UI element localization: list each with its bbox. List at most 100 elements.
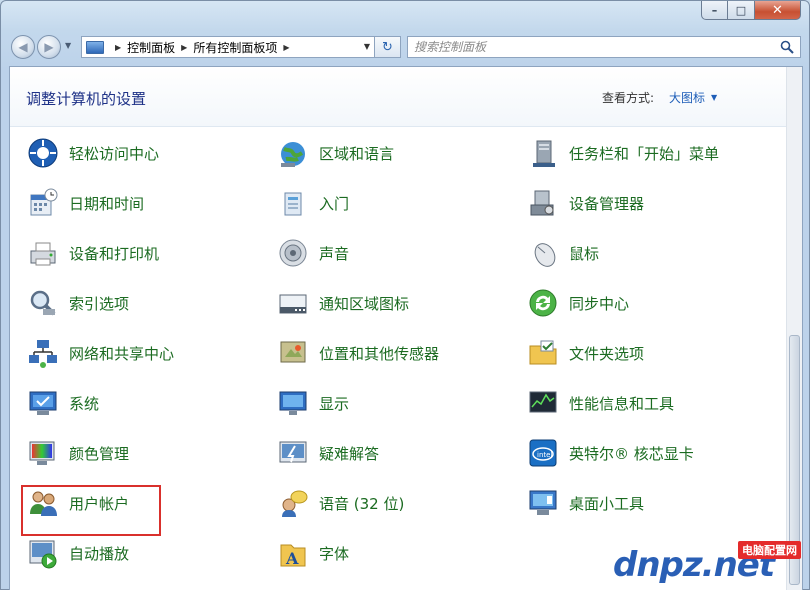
control-panel-item-label[interactable]: 文件夹选项	[569, 343, 644, 364]
control-panel-item-label[interactable]: 网络和共享中心	[69, 343, 174, 364]
control-panel-item-label[interactable]: 索引选项	[69, 293, 129, 314]
control-panel-item-label[interactable]: 疑难解答	[319, 443, 379, 464]
control-panel-item-label[interactable]: 声音	[319, 243, 349, 264]
control-panel-item[interactable]: 网络和共享中心	[25, 333, 174, 373]
close-button[interactable]: ✕	[755, 1, 801, 20]
control-panel-item-label[interactable]: 语音 (32 位)	[319, 493, 404, 514]
control-panel-item[interactable]: 桌面小工具	[525, 483, 644, 523]
control-panel-item-label[interactable]: 桌面小工具	[569, 493, 644, 514]
control-panel-item[interactable]: intel 英特尔® 核芯显卡	[525, 433, 694, 473]
search-icon[interactable]	[780, 40, 794, 57]
control-panel-item-label[interactable]: 设备管理器	[569, 193, 644, 214]
content-header: 调整计算机的设置 查看方式: 大图标 ▼	[10, 67, 802, 127]
control-panel-item[interactable]: 颜色管理	[25, 433, 129, 473]
control-panel-item[interactable]: 轻松访问中心	[25, 133, 159, 173]
network-icon	[25, 335, 61, 371]
control-panel-item[interactable]: 位置和其他传感器	[275, 333, 439, 373]
control-panel-item-label[interactable]: 颜色管理	[69, 443, 129, 464]
recent-pages-button[interactable]: ▼	[65, 41, 71, 50]
address-bar[interactable]: ▶ 控制面板 ▶ 所有控制面板项 ▶ ▼	[81, 36, 375, 58]
ease-of-access-icon	[25, 135, 61, 171]
view-by-label: 查看方式:	[602, 91, 655, 105]
control-panel-item-label[interactable]: 入门	[319, 193, 349, 214]
control-panel-item[interactable]: 性能信息和工具	[525, 383, 674, 423]
control-panel-item-label[interactable]: 鼠标	[569, 243, 599, 264]
control-panel-item-label[interactable]: 系统	[69, 393, 99, 414]
taskbar-icon	[525, 135, 561, 171]
arrow-right-icon: ▶	[44, 40, 54, 54]
control-panel-item[interactable]: 声音	[275, 233, 349, 273]
control-panel-item-label[interactable]: 位置和其他传感器	[319, 343, 439, 364]
vertical-scrollbar[interactable]	[786, 67, 802, 590]
sound-icon	[275, 235, 311, 271]
mouse-icon	[525, 235, 561, 271]
control-panel-item-label[interactable]: 日期和时间	[69, 193, 144, 214]
control-panel-item-label[interactable]: 通知区域图标	[319, 293, 409, 314]
control-panel-item[interactable]: 通知区域图标	[275, 283, 409, 323]
display-icon	[275, 385, 311, 421]
date-time-icon	[25, 185, 61, 221]
color-management-icon	[25, 435, 61, 471]
control-panel-icon	[86, 40, 104, 54]
arrow-left-icon: ◀	[18, 40, 28, 54]
control-panel-item-label[interactable]: 区域和语言	[319, 143, 394, 164]
control-panel-item[interactable]: 设备和打印机	[25, 233, 159, 273]
control-panel-item[interactable]: A 字体	[275, 533, 349, 573]
control-panel-item[interactable]: 索引选项	[25, 283, 129, 323]
address-dropdown-icon[interactable]: ▼	[364, 42, 370, 51]
control-panel-item-label[interactable]: 性能信息和工具	[569, 393, 674, 414]
search-input[interactable]	[414, 40, 774, 54]
control-panel-item[interactable]: 语音 (32 位)	[275, 483, 404, 523]
control-panel-item-label[interactable]: 显示	[319, 393, 349, 414]
control-panel-item[interactable]: 鼠标	[525, 233, 599, 273]
control-panel-item[interactable]: 设备管理器	[525, 183, 644, 223]
control-panel-item[interactable]: 日期和时间	[25, 183, 144, 223]
view-by-dropdown[interactable]: 大图标 ▼	[669, 89, 717, 106]
maximize-button[interactable]: □	[728, 1, 755, 20]
intel-graphics-icon: intel	[525, 435, 561, 471]
printer-icon	[25, 235, 61, 271]
control-panel-item-label[interactable]: 字体	[319, 543, 349, 564]
notification-area-icon	[275, 285, 311, 321]
page-title: 调整计算机的设置	[26, 90, 147, 108]
search-box[interactable]	[407, 36, 801, 58]
control-panel-item-label[interactable]: 同步中心	[569, 293, 629, 314]
control-panel-item[interactable]: 系统	[25, 383, 99, 423]
svg-text:intel: intel	[537, 451, 552, 459]
gadgets-icon	[525, 485, 561, 521]
watermark-badge: 电脑配置网	[738, 541, 801, 559]
fonts-icon: A	[275, 535, 311, 571]
minimize-button[interactable]: –	[701, 1, 728, 20]
control-panel-item-label[interactable]: 英特尔® 核芯显卡	[569, 443, 694, 464]
breadcrumb-all-items[interactable]: 所有控制面板项	[193, 39, 277, 56]
chevron-right-icon[interactable]: ▶	[115, 43, 121, 52]
control-panel-item[interactable]: 区域和语言	[275, 133, 394, 173]
control-panel-item-label[interactable]: 设备和打印机	[69, 243, 159, 264]
getting-started-icon	[275, 185, 311, 221]
chevron-right-icon[interactable]: ▶	[283, 43, 289, 52]
view-by-value[interactable]: 大图标	[669, 89, 705, 106]
control-panel-item-label[interactable]: 任务栏和「开始」菜单	[569, 143, 719, 164]
refresh-button[interactable]: ↻	[375, 36, 401, 58]
highlight-box	[21, 485, 161, 536]
content-pane: 调整计算机的设置 查看方式: 大图标 ▼ 轻松访问中心 区域和语言 任务栏和「开始」…	[9, 66, 803, 590]
control-panel-item[interactable]: 任务栏和「开始」菜单	[525, 133, 719, 173]
chevron-right-icon[interactable]: ▶	[181, 43, 187, 52]
speech-icon	[275, 485, 311, 521]
refresh-icon: ↻	[382, 39, 393, 55]
control-panel-item[interactable]: 显示	[275, 383, 349, 423]
breadcrumb-control-panel[interactable]: 控制面板	[127, 39, 175, 56]
control-panel-item[interactable]: 疑难解答	[275, 433, 379, 473]
forward-button[interactable]: ▶	[37, 35, 61, 59]
back-button[interactable]: ◀	[11, 35, 35, 59]
control-panel-item[interactable]: 文件夹选项	[525, 333, 644, 373]
control-panel-item-label[interactable]: 自动播放	[69, 543, 129, 564]
control-panel-item[interactable]: 同步中心	[525, 283, 629, 323]
control-panel-item[interactable]: 自动播放	[25, 533, 129, 573]
folder-options-icon	[525, 335, 561, 371]
control-panel-item[interactable]: 入门	[275, 183, 349, 223]
window-controls: – □ ✕	[701, 1, 801, 21]
navigation-bar: ◀ ▶ ▼ ▶ 控制面板 ▶ 所有控制面板项 ▶ ▼ ↻	[9, 33, 801, 61]
watermark-logo: dnpz.net 电脑配置网	[613, 541, 803, 585]
control-panel-item-label[interactable]: 轻松访问中心	[69, 143, 159, 164]
